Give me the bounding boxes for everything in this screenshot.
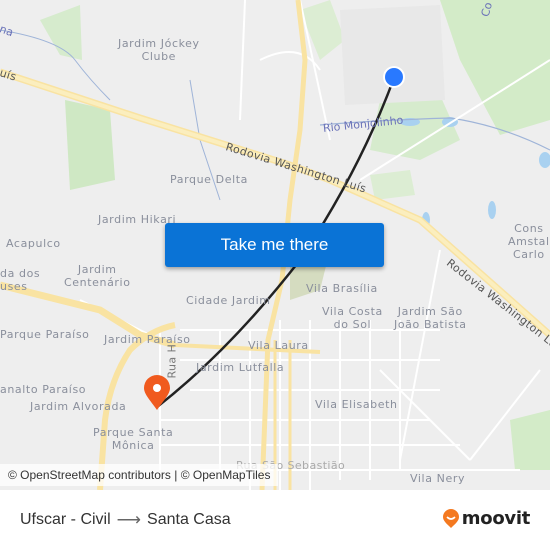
arrow-right-icon: ⟶ xyxy=(116,510,142,529)
take-me-there-button[interactable]: Take me there xyxy=(165,223,384,267)
footer: Ufscar - Civil ⟶ Santa Casa moovit xyxy=(0,490,550,550)
label-rua-h: Rua H xyxy=(165,343,179,379)
label-jardim-centenario: Jardim Centenário xyxy=(64,263,131,289)
park-area xyxy=(510,410,550,470)
label-vila-nery: Vila Nery xyxy=(410,472,466,485)
park-area xyxy=(440,0,550,135)
park-area xyxy=(370,170,415,200)
label-parque-paraiso: Parque Paraíso xyxy=(0,328,90,341)
origin-name: Ufscar - Civil xyxy=(20,511,111,528)
label-vila-laura: Vila Laura xyxy=(248,339,309,352)
label-parque-santa-monica: Parque Santa Mônica xyxy=(93,426,174,452)
label-parque-delta: Parque Delta xyxy=(170,173,248,186)
lake xyxy=(539,152,550,168)
label-vila-costa-do-sol: Vila Costa do Sol xyxy=(322,305,383,331)
map[interactable]: Jardim Jóckey Clube Parque Delta Jardim … xyxy=(0,0,550,490)
label-jardim-alvorada: Jardim Alvorada xyxy=(30,400,127,413)
label-acapulco: Acapulco xyxy=(6,237,61,250)
label-jardim-lutfalla: Jardim Lutfalla xyxy=(196,361,285,374)
origin-dot[interactable] xyxy=(385,68,403,86)
label-jardim-jockey-clube: Jardim Jóckey Clube xyxy=(118,37,200,63)
map-attribution[interactable]: © OpenStreetMap contributors | © OpenMap… xyxy=(0,464,279,486)
label-cidade-jardim: Cidade Jardim xyxy=(186,294,271,307)
label-vila-brasilia: Vila Brasília xyxy=(306,282,378,295)
moovit-logo[interactable]: moovit xyxy=(442,508,530,529)
route-title: Ufscar - Civil ⟶ Santa Casa xyxy=(20,510,231,530)
label-da-dos-uses: da dos uses xyxy=(0,267,41,293)
park-area xyxy=(65,100,115,190)
destination-pin-icon[interactable] xyxy=(144,375,170,410)
destination-name: Santa Casa xyxy=(147,511,231,528)
park-area xyxy=(40,5,82,60)
label-jardim-sao-joao-batista: Jardim São João Batista xyxy=(394,305,467,331)
label-cons-amstalden: Cons Amstal Carlo xyxy=(508,222,550,261)
moovit-wordmark: moovit xyxy=(461,508,531,529)
label-planalto-paraiso: analto Paraíso xyxy=(0,383,87,396)
moovit-pin-icon xyxy=(442,508,459,528)
lake xyxy=(488,201,496,219)
label-vila-elisabeth: Vila Elisabeth xyxy=(315,398,398,411)
campus-area xyxy=(340,5,445,105)
